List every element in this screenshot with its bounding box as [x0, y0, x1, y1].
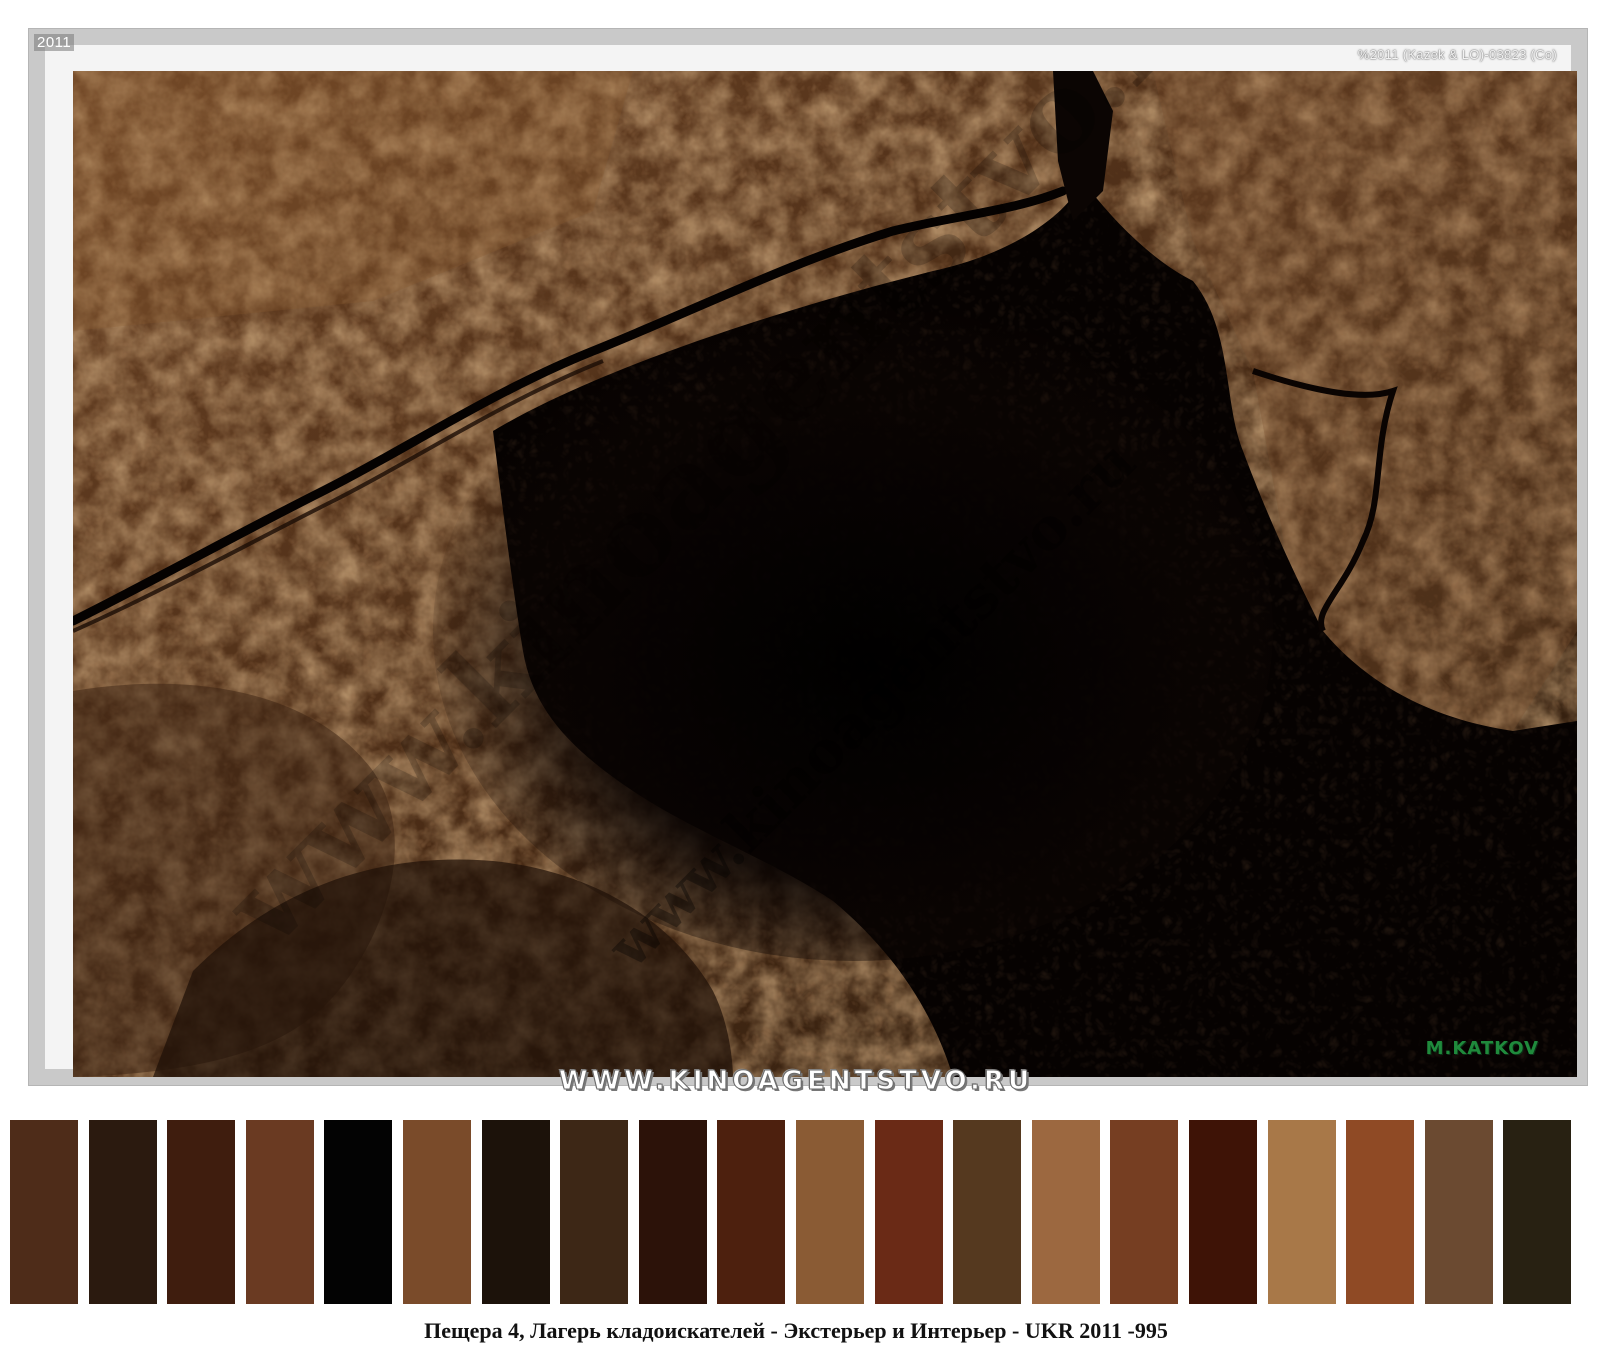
photo-caption: Пещера 4, Лагерь кладоискателей - Экстер… [424, 1318, 1168, 1343]
color-swatch [89, 1120, 157, 1304]
color-swatch [560, 1120, 628, 1304]
copyright-stamp: %2011 (Kazek & LO)-03823 (Co) [1357, 47, 1557, 62]
color-swatch [1503, 1120, 1571, 1304]
year-stamp: 2011 [34, 34, 75, 51]
color-swatch [482, 1120, 550, 1304]
color-swatch [324, 1120, 392, 1304]
cave-photo-image: www.kinoagentstvo.ru www.kinoagentstvo.r… [73, 71, 1577, 1077]
color-swatch [403, 1120, 471, 1304]
color-swatch [717, 1120, 785, 1304]
color-swatch [1110, 1120, 1178, 1304]
color-swatch [1268, 1120, 1336, 1304]
color-swatch [246, 1120, 314, 1304]
color-swatch [1189, 1120, 1257, 1304]
color-swatch [10, 1120, 78, 1304]
color-swatch [796, 1120, 864, 1304]
photo-mat: www.kinoagentstvo.ru www.kinoagentstvo.r… [45, 45, 1577, 1077]
author-signature: M.KATKOV [1425, 1038, 1539, 1059]
color-swatch [639, 1120, 707, 1304]
cave-photo: www.kinoagentstvo.ru www.kinoagentstvo.r… [73, 71, 1577, 1077]
photo-frame: www.kinoagentstvo.ru www.kinoagentstvo.r… [28, 28, 1588, 1086]
color-swatch [953, 1120, 1021, 1304]
color-swatch [167, 1120, 235, 1304]
color-swatch [1346, 1120, 1414, 1304]
color-swatch [875, 1120, 943, 1304]
color-palette [10, 1120, 1606, 1304]
color-swatch [1032, 1120, 1100, 1304]
site-banner: WWW.KINOAGENTSTVO.RU [558, 1066, 1034, 1097]
color-swatch [1425, 1120, 1493, 1304]
